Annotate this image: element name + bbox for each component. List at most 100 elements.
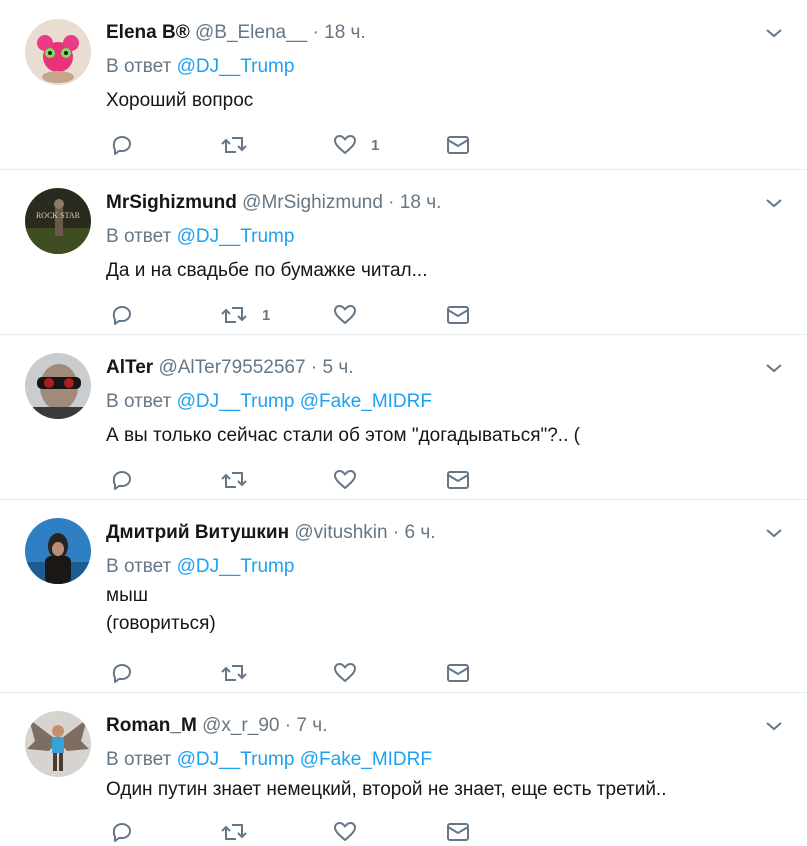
tweet[interactable]: ROCK STAR MrSighizmund @MrSighizmund · 1… bbox=[0, 170, 807, 335]
timestamp[interactable]: 18 ч. bbox=[324, 22, 366, 43]
tweet-text-line: (говориться) bbox=[106, 613, 216, 634]
avatar[interactable] bbox=[25, 353, 91, 419]
display-name[interactable]: Дмитрий Витушкин bbox=[106, 522, 289, 543]
reply-button[interactable] bbox=[110, 131, 134, 159]
mention-link[interactable]: @Fake_MIDRF bbox=[300, 391, 432, 412]
like-button[interactable] bbox=[333, 659, 371, 687]
tweet-actions: 1 bbox=[106, 131, 506, 159]
reply-prefix: В ответ bbox=[106, 749, 172, 770]
like-count: 1 bbox=[371, 136, 380, 154]
avatar[interactable]: ROCK STAR bbox=[25, 188, 91, 254]
avatar-image: ROCK STAR bbox=[25, 188, 91, 254]
username[interactable]: @B_Elena__ bbox=[195, 22, 307, 43]
retweet-icon bbox=[221, 472, 247, 488]
reply-button[interactable] bbox=[110, 301, 134, 329]
username[interactable]: @AlTer79552567 bbox=[158, 357, 305, 378]
envelope-icon bbox=[447, 136, 469, 154]
envelope-icon bbox=[447, 823, 469, 841]
direct-message-button[interactable] bbox=[446, 659, 470, 687]
timestamp[interactable]: 6 ч. bbox=[404, 522, 435, 543]
display-name[interactable]: AlTer bbox=[106, 357, 153, 378]
retweet-button[interactable] bbox=[220, 659, 262, 687]
display-name[interactable]: MrSighizmund bbox=[106, 192, 237, 213]
tweet-actions bbox=[106, 659, 506, 687]
tweet-feed: Elena B® @B_Elena__ · 18 ч. В ответ @DJ_… bbox=[0, 0, 807, 842]
avatar[interactable] bbox=[25, 518, 91, 584]
avatar[interactable] bbox=[25, 19, 91, 85]
separator-dot: · bbox=[392, 522, 400, 543]
direct-message-button[interactable] bbox=[446, 818, 470, 846]
timestamp[interactable]: 18 ч. bbox=[400, 192, 442, 213]
tweet-text-line: Хороший вопрос bbox=[106, 90, 254, 111]
avatar-image bbox=[25, 518, 91, 584]
tweet-text: Один путин знает немецкий, второй не зна… bbox=[106, 776, 667, 804]
heart-icon bbox=[334, 135, 356, 154]
more-options-button[interactable] bbox=[765, 526, 783, 538]
reply-context: В ответ @DJ__Trump bbox=[106, 54, 294, 80]
tweet[interactable]: AlTer @AlTer79552567 · 5 ч. В ответ @DJ_… bbox=[0, 335, 807, 500]
retweet-icon bbox=[221, 307, 247, 323]
reply-button[interactable] bbox=[110, 818, 134, 846]
reply-icon bbox=[112, 306, 131, 325]
retweet-button[interactable]: 1 bbox=[220, 301, 270, 329]
separator-dot: · bbox=[310, 357, 318, 378]
more-options-button[interactable] bbox=[765, 196, 783, 208]
mention-link[interactable]: @DJ__Trump bbox=[177, 226, 295, 247]
direct-message-button[interactable] bbox=[446, 301, 470, 329]
reply-icon bbox=[112, 471, 131, 490]
display-name[interactable]: Elena B® bbox=[106, 22, 190, 43]
mention-link[interactable]: @DJ__Trump bbox=[177, 391, 295, 412]
tweet[interactable]: Elena B® @B_Elena__ · 18 ч. В ответ @DJ_… bbox=[0, 0, 807, 170]
retweet-button[interactable] bbox=[220, 818, 262, 846]
tweet-text: мыш (говориться) bbox=[106, 582, 216, 638]
reply-context: В ответ @DJ__Trump @Fake_MIDRF bbox=[106, 389, 432, 415]
mention-link[interactable]: @DJ__Trump bbox=[177, 556, 295, 577]
heart-icon bbox=[334, 470, 356, 489]
tweet-header: Elena B® @B_Elena__ · 18 ч. bbox=[106, 20, 366, 46]
display-name[interactable]: Roman_M bbox=[106, 715, 197, 736]
mention-link[interactable]: @DJ__Trump bbox=[177, 56, 295, 77]
envelope-icon bbox=[447, 306, 469, 324]
chevron-down-icon bbox=[766, 364, 782, 373]
direct-message-button[interactable] bbox=[446, 466, 470, 494]
retweet-button[interactable] bbox=[220, 466, 262, 494]
reply-context: В ответ @DJ__Trump bbox=[106, 554, 294, 580]
timestamp[interactable]: 5 ч. bbox=[322, 357, 353, 378]
direct-message-button[interactable] bbox=[446, 131, 470, 159]
more-options-button[interactable] bbox=[765, 26, 783, 38]
reply-prefix: В ответ bbox=[106, 556, 172, 577]
tweet-header: Roman_M @x_r_90 · 7 ч. bbox=[106, 713, 327, 739]
reply-context: В ответ @DJ__Trump bbox=[106, 224, 294, 250]
tweet-actions bbox=[106, 466, 506, 494]
tweet-header: AlTer @AlTer79552567 · 5 ч. bbox=[106, 355, 354, 381]
tweet[interactable]: Дмитрий Витушкин @vitushkin · 6 ч. В отв… bbox=[0, 500, 807, 693]
username[interactable]: @MrSighizmund bbox=[242, 192, 383, 213]
like-button[interactable]: 1 bbox=[333, 131, 379, 159]
reply-button[interactable] bbox=[110, 466, 134, 494]
reply-button[interactable] bbox=[110, 659, 134, 687]
retweet-icon bbox=[221, 137, 247, 153]
like-button[interactable] bbox=[333, 301, 371, 329]
tweet-actions: 1 bbox=[106, 301, 506, 329]
timestamp[interactable]: 7 ч. bbox=[296, 715, 327, 736]
tweet[interactable]: Roman_M @x_r_90 · 7 ч. В ответ @DJ__Trum… bbox=[0, 693, 807, 842]
like-button[interactable] bbox=[333, 818, 371, 846]
retweet-icon bbox=[221, 665, 247, 681]
mention-link[interactable]: @Fake_MIDRF bbox=[300, 749, 432, 770]
like-button[interactable] bbox=[333, 466, 371, 494]
separator-dot: · bbox=[312, 22, 319, 43]
username[interactable]: @vitushkin bbox=[294, 522, 387, 543]
avatar-image bbox=[25, 19, 91, 85]
tweet-text-line: А вы только сейчас стали об этом "догады… bbox=[106, 425, 580, 446]
more-options-button[interactable] bbox=[765, 719, 783, 731]
retweet-icon bbox=[221, 824, 247, 840]
reply-prefix: В ответ bbox=[106, 56, 172, 77]
more-options-button[interactable] bbox=[765, 361, 783, 373]
mention-link[interactable]: @DJ__Trump bbox=[177, 749, 295, 770]
retweet-count: 1 bbox=[262, 306, 271, 324]
retweet-button[interactable] bbox=[220, 131, 262, 159]
tweet-text: Хороший вопрос bbox=[106, 87, 253, 115]
tweet-text-line: мыш bbox=[106, 585, 148, 606]
username[interactable]: @x_r_90 bbox=[202, 715, 279, 736]
avatar[interactable] bbox=[25, 711, 91, 777]
